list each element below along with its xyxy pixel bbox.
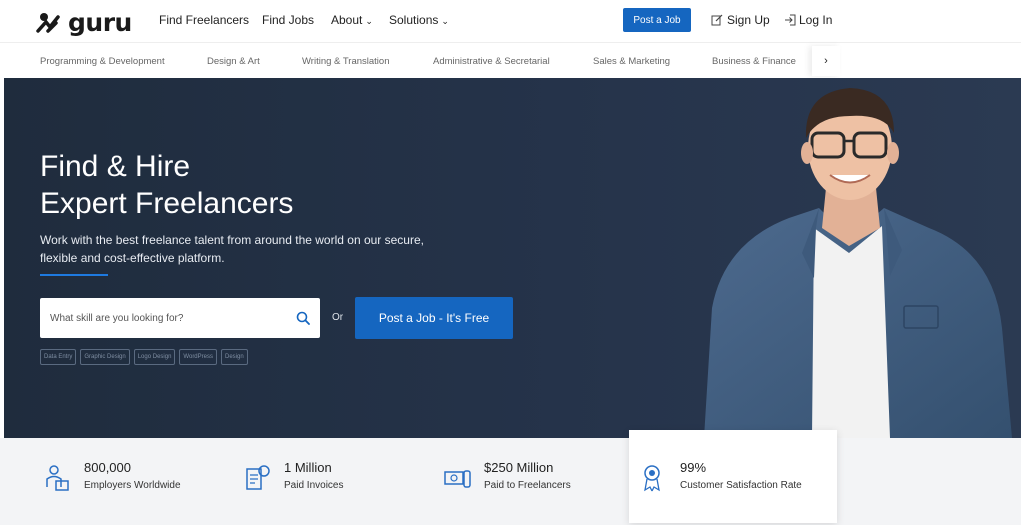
stat-invoices-label: Paid Invoices (284, 480, 344, 491)
skill-chip-logo-design[interactable]: Logo Design (133, 349, 176, 365)
post-job-button[interactable]: Post a Job (623, 8, 691, 32)
skill-chip-data-entry[interactable]: Data Entry (40, 349, 77, 365)
sign-up-link[interactable]: Sign Up (711, 13, 770, 27)
stat-employers: 800,000 Employers Worldwide (44, 460, 181, 493)
category-design-art[interactable]: Design & Art (207, 56, 260, 67)
log-in-link[interactable]: Log In (784, 13, 832, 27)
skill-chip-wordpress[interactable]: WordPress (179, 349, 217, 365)
nav-find-jobs[interactable]: Find Jobs (262, 13, 314, 27)
stat-invoices-value: 1 Million (284, 460, 332, 475)
guru-logo[interactable]: guru (36, 8, 132, 37)
stat-invoices: 1 Million Paid Invoices (244, 460, 343, 493)
money-icon (444, 470, 471, 488)
invoice-icon (246, 465, 270, 490)
edit-icon (711, 14, 723, 26)
nav-solutions-label: Solutions (389, 13, 439, 27)
nav-solutions[interactable]: Solutions ⌄ (389, 13, 449, 27)
logo-text: guru (68, 8, 132, 37)
category-programming[interactable]: Programming & Development (40, 56, 165, 67)
nav-about[interactable]: About ⌄ (331, 13, 373, 27)
chevron-down-icon: ⌄ (365, 16, 373, 26)
post-job-free-button[interactable]: Post a Job - It's Free (355, 297, 513, 339)
chevron-down-icon: ⌄ (441, 16, 449, 26)
stat-paid: $250 Million Paid to Freelancers (444, 460, 571, 493)
award-icon (644, 465, 660, 492)
category-sales-marketing[interactable]: Sales & Marketing (593, 56, 670, 67)
search-icon[interactable] (296, 311, 310, 325)
top-navigation: guru Find Freelancers Find Jobs About ⌄ S… (0, 0, 1021, 42)
nav-about-label: About (331, 13, 363, 27)
skill-chip-graphic-design[interactable]: Graphic Design (80, 349, 130, 365)
guru-logo-icon (36, 12, 60, 33)
hero-banner: Find & Hire Expert Freelancers Work with… (4, 78, 1021, 438)
or-label: Or (332, 312, 344, 323)
stat-employers-value: 800,000 (84, 460, 131, 475)
employer-icon (46, 465, 69, 491)
stat-employers-label: Employers Worldwide (84, 480, 181, 491)
nav-find-freelancers[interactable]: Find Freelancers (159, 13, 249, 27)
log-in-label: Log In (799, 13, 833, 27)
stat-paid-label: Paid to Freelancers (484, 480, 571, 491)
stat-paid-value: $250 Million (484, 460, 554, 475)
hero-title-line2: Expert Freelancers (40, 187, 294, 220)
category-administrative[interactable]: Administrative & Secretarial (433, 56, 550, 67)
category-bar: Programming & Development Design & Art W… (0, 42, 1021, 78)
hero-subtitle: Work with the best freelance talent from… (40, 233, 424, 265)
category-writing[interactable]: Writing & Translation (302, 56, 389, 67)
skill-search-input[interactable] (40, 298, 280, 338)
stat-satisfaction-label: Customer Satisfaction Rate (680, 480, 802, 491)
stat-satisfaction-value: 99% (680, 460, 707, 475)
category-business-finance[interactable]: Business & Finance (712, 56, 796, 67)
skill-chip-design[interactable]: Design (221, 349, 248, 365)
sign-up-label: Sign Up (727, 13, 770, 27)
hero-title-line1: Find & Hire (40, 150, 191, 183)
skill-search-box (40, 298, 320, 338)
stat-satisfaction: 99% Customer Satisfaction Rate (640, 460, 802, 493)
login-icon (785, 14, 796, 26)
hero-person-image (704, 88, 1012, 438)
popular-skill-chips: Data Entry Graphic Design Logo Design Wo… (40, 349, 248, 365)
category-scroll-right-button[interactable]: › (812, 46, 840, 76)
chevron-right-icon: › (824, 55, 828, 67)
hero-title: Find & Hire Expert Freelancers (40, 148, 293, 222)
hero-divider (40, 274, 108, 276)
